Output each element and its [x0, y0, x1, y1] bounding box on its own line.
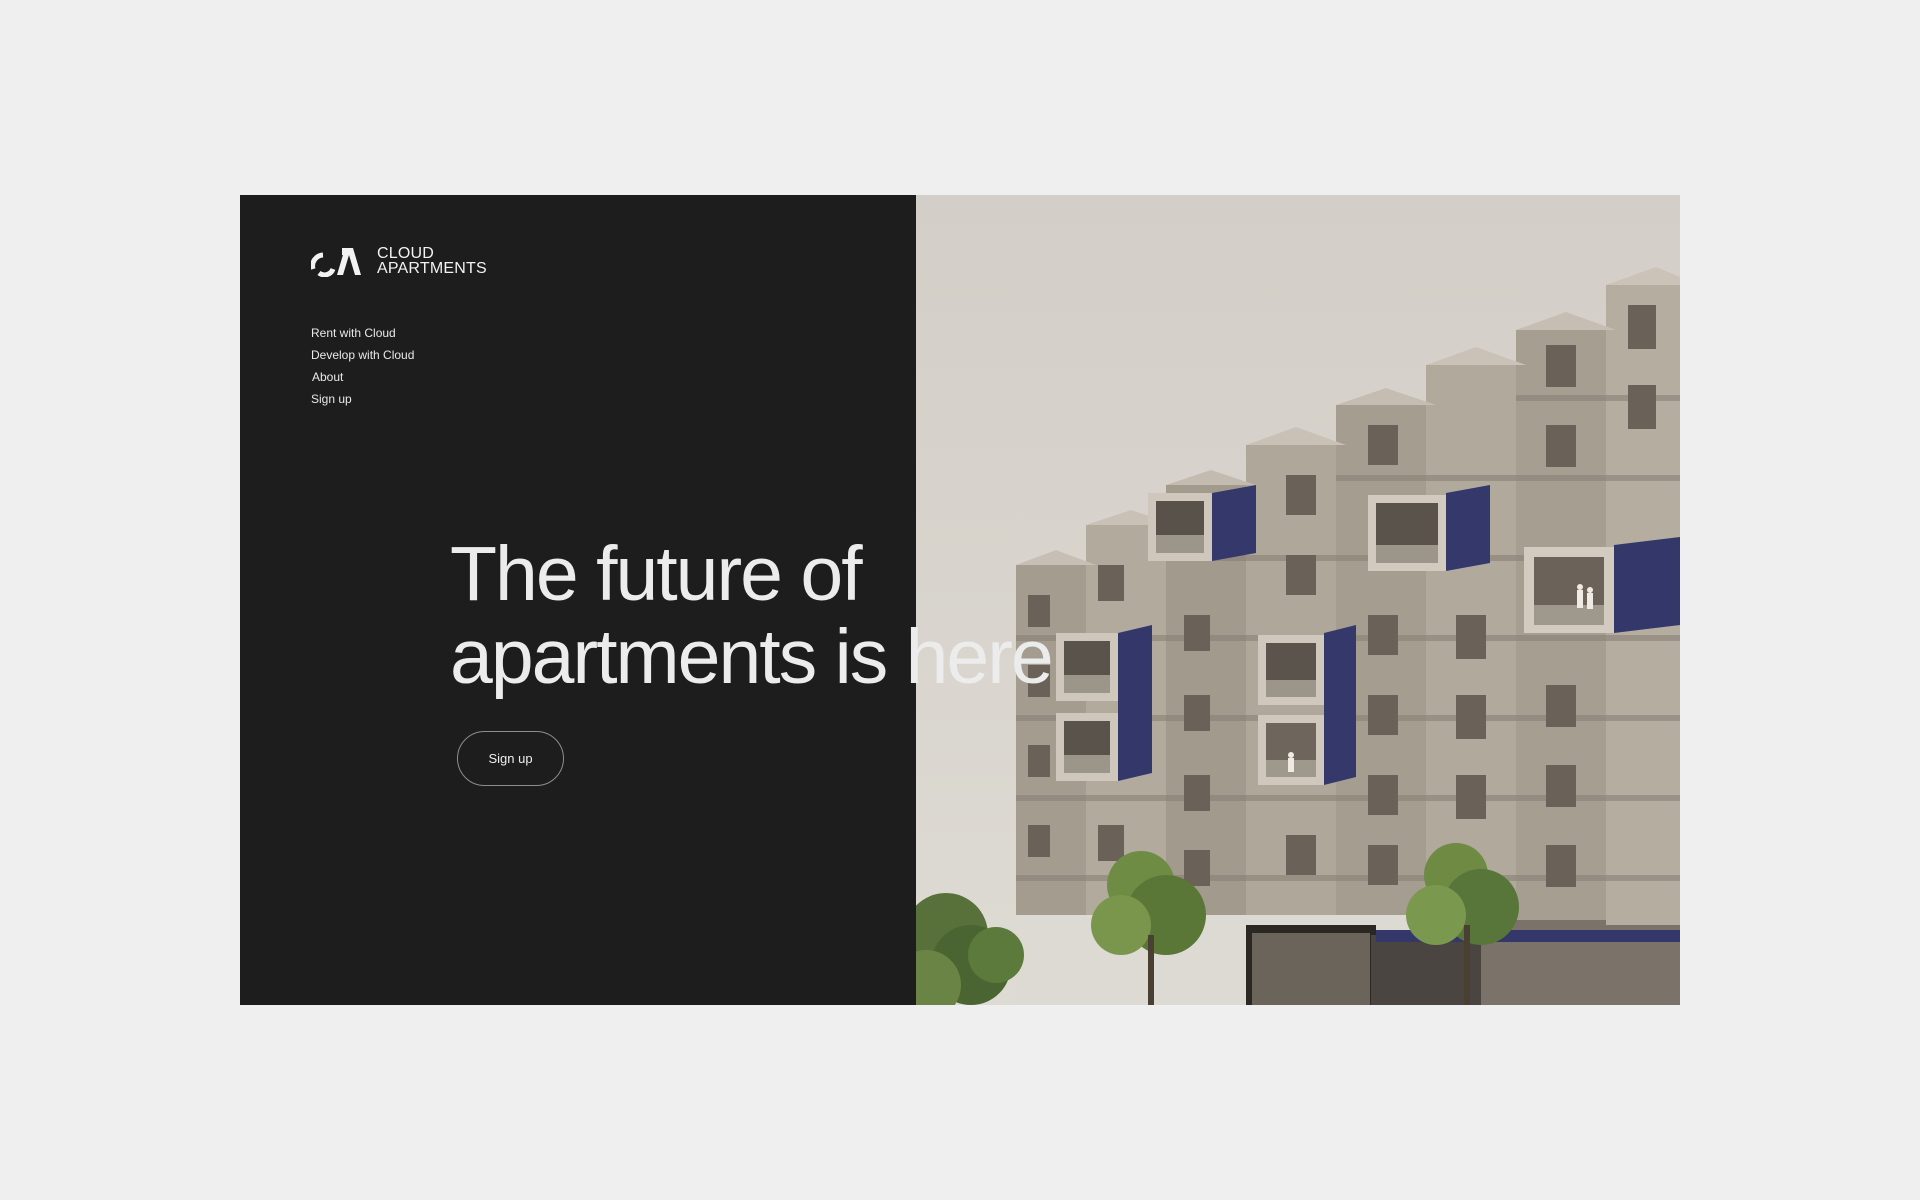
nav-about[interactable]: About	[311, 369, 414, 385]
nav-develop-with-cloud[interactable]: Develop with Cloud	[311, 347, 414, 363]
brand-wordmark: CLOUD APARTMENTS	[377, 245, 487, 277]
nav-rent-with-cloud[interactable]: Rent with Cloud	[311, 325, 414, 341]
hero-frame: CLOUD APARTMENTS Rent with Cloud Develop…	[240, 195, 1680, 1005]
nav-sign-up[interactable]: Sign up	[311, 391, 414, 407]
hero-headline-line-2: apartments is here	[450, 614, 1054, 700]
brand-line-1: CLOUD	[377, 245, 435, 262]
brand-logo[interactable]: CLOUD APARTMENTS	[311, 245, 487, 277]
hero-headline-line-1: The future of	[450, 531, 863, 617]
cloud-apartments-logo-icon	[311, 248, 361, 277]
sign-up-button[interactable]: Sign up	[457, 731, 564, 786]
hero-headline: The future of apartments is here	[450, 531, 1054, 700]
brand-line-2: APARTMENTS	[377, 260, 487, 277]
main-nav: Rent with Cloud Develop with Cloud About…	[311, 325, 414, 407]
